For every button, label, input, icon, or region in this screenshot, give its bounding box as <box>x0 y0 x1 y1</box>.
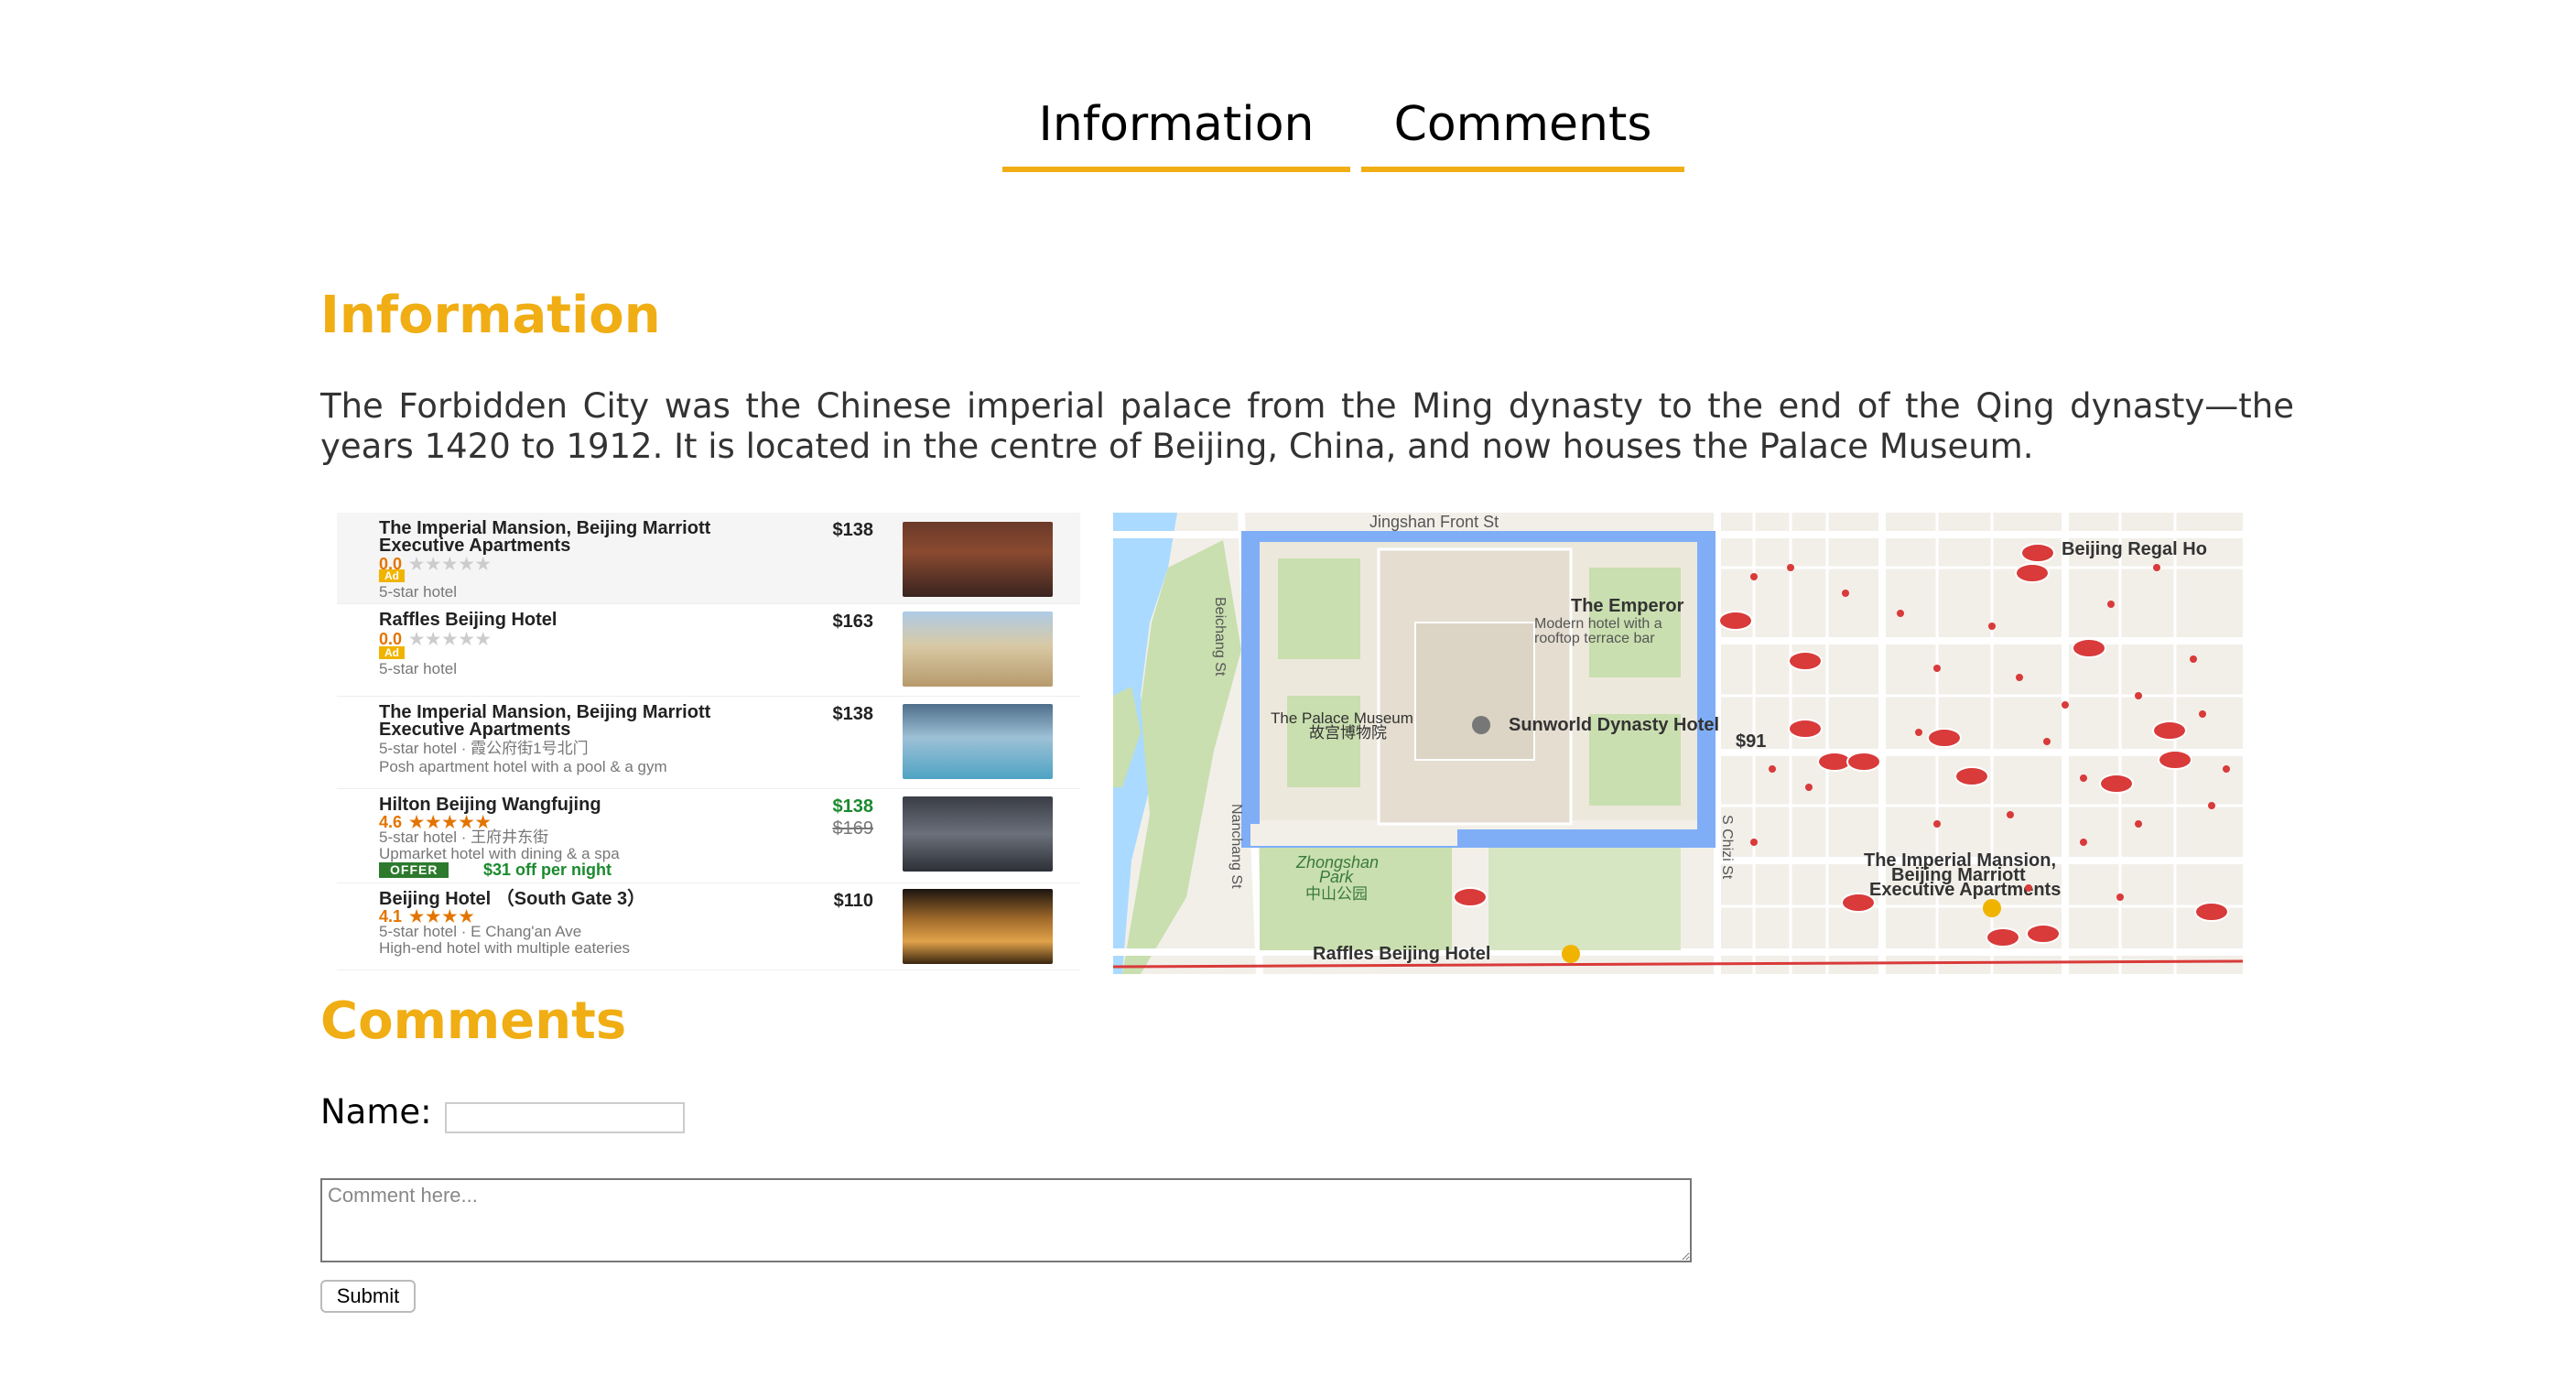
comment-textarea[interactable] <box>320 1178 1692 1262</box>
hotel-name: Raffles Beijing Hotel <box>379 610 557 630</box>
hotel-meta: 5-star hotel · 霞公府街1号北门 <box>379 740 589 757</box>
svg-text:$91: $91 <box>1736 731 1766 752</box>
tab-comments[interactable]: Comments <box>1361 88 1684 172</box>
svg-text:Beijing Regal Ho: Beijing Regal Ho <box>2062 539 2207 559</box>
hotel-name: The Imperial Mansion, Beijing Marriott E… <box>379 518 711 556</box>
svg-text:The Emperor: The Emperor <box>1571 596 1684 616</box>
hotel-description: Posh apartment hotel with a pool & a gym <box>379 758 667 775</box>
hotel-photo <box>903 522 1053 597</box>
list-item: Raffles Beijing Hotel $163 0.0 ★★★★★ Ad 5… <box>337 604 1080 697</box>
hotel-meta: 5-star hotel · E Chang'an Ave <box>379 923 582 940</box>
information-description: The Forbidden City was the Chinese imper… <box>320 386 2294 466</box>
tab-bar: Information Comments <box>1002 88 1689 176</box>
svg-text:Park: Park <box>1319 868 1354 886</box>
hotel-price: $138 <box>832 796 874 817</box>
list-item: The Imperial Mansion, Beijing Marriott E… <box>337 513 1080 604</box>
hotel-name: Beijing Hotel （South Gate 3） <box>379 889 646 909</box>
hotel-old-price: $169 <box>832 818 874 839</box>
comments-heading: Comments <box>320 991 627 1051</box>
hotel-meta: 5-star hotel <box>379 583 458 601</box>
svg-text:Beichang St: Beichang St <box>1212 597 1228 677</box>
hotel-meta: 5-star hotel · 王府井东街 <box>379 828 549 846</box>
svg-text:S Chizi St: S Chizi St <box>1719 815 1735 880</box>
svg-text:Modern hotel with a: Modern hotel with a <box>1534 616 1662 632</box>
svg-text:Jingshan Front St: Jingshan Front St <box>1369 513 1499 531</box>
hotel-price: $110 <box>833 891 873 911</box>
svg-text:故宫博物院: 故宫博物院 <box>1309 724 1387 742</box>
name-label: Name: <box>320 1092 432 1132</box>
hotel-meta: 5-star hotel <box>379 660 458 677</box>
hotel-list-image: The Imperial Mansion, Beijing Marriott E… <box>337 513 1080 970</box>
hotel-name: The Imperial Mansion, Beijing Marriott E… <box>379 702 711 740</box>
map-image: Jingshan Front St Beichang St Nanchang S… <box>1113 513 2243 974</box>
hotel-price: $138 <box>832 704 874 724</box>
ad-badge: Ad <box>379 646 405 659</box>
offer-badge: OFFER <box>379 862 449 878</box>
information-heading: Information <box>320 286 661 345</box>
svg-text:中山公园: 中山公园 <box>1305 885 1368 903</box>
tab-information[interactable]: Information <box>1002 88 1350 172</box>
hotel-price: $138 <box>832 520 874 540</box>
hotel-photo <box>903 796 1053 872</box>
star-rating-icon: ★★★★★ <box>409 630 492 648</box>
svg-text:Sunworld Dynasty Hotel: Sunworld Dynasty Hotel <box>1509 715 1719 735</box>
svg-text:Executive Apartments: Executive Apartments <box>1869 880 2061 900</box>
hotel-photo <box>903 704 1053 779</box>
svg-text:rooftop terrace bar: rooftop terrace bar <box>1534 631 1655 646</box>
hotel-name: Hilton Beijing Wangfujing <box>379 795 601 815</box>
svg-text:Nanchang St: Nanchang St <box>1228 804 1244 889</box>
map-pin-icon <box>1562 945 1580 963</box>
list-item: Hilton Beijing Wangfujing $138 $169 4.6 ★… <box>337 789 1080 883</box>
hotel-price: $163 <box>832 612 874 632</box>
hotel-photo <box>903 889 1053 964</box>
hotel-photo <box>903 612 1053 687</box>
list-item: The Imperial Mansion, Beijing Marriott E… <box>337 697 1080 789</box>
hotel-description: High-end hotel with multiple eateries <box>379 939 631 957</box>
map-pin-icon <box>1983 899 2001 917</box>
star-rating-icon: ★★★★★ <box>409 555 492 573</box>
svg-text:Raffles Beijing Hotel: Raffles Beijing Hotel <box>1313 944 1490 964</box>
name-input[interactable] <box>445 1102 685 1133</box>
ad-badge: Ad <box>379 569 405 582</box>
list-item: Beijing Hotel （South Gate 3） $110 4.1 ★★★… <box>337 883 1080 970</box>
offer-text: $31 off per night <box>483 861 612 879</box>
submit-button[interactable]: Submit <box>320 1280 416 1313</box>
